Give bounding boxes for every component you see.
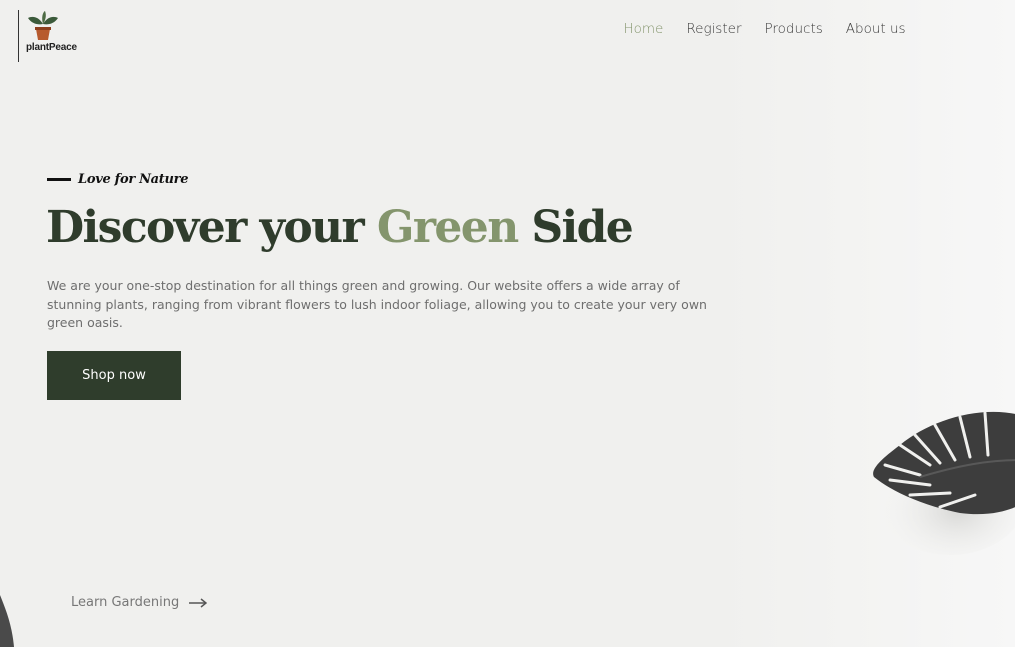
nav-home[interactable]: Home	[612, 20, 675, 38]
hero-title: Discover your Green Side	[46, 202, 634, 253]
hero-title-accent: Green	[376, 202, 519, 253]
eyebrow-text: Love for Nature	[78, 172, 189, 187]
nav-about-us[interactable]: About us	[834, 20, 917, 38]
main-nav: Home Register Products About us	[612, 20, 917, 38]
logo-divider	[18, 10, 19, 62]
arrow-right-icon	[189, 597, 208, 608]
eyebrow-line	[47, 178, 71, 181]
learn-gardening-label: Learn Gardening	[71, 595, 180, 610]
hero-title-part1: Discover your	[46, 202, 377, 253]
monstera-leaf-icon	[873, 411, 1015, 555]
potted-plant-icon	[28, 11, 58, 40]
hero-description: We are your one-stop destination for all…	[47, 278, 707, 330]
hero-eyebrow: Love for Nature	[47, 172, 188, 187]
nav-products[interactable]: Products	[753, 20, 834, 38]
brand-logo[interactable]: plantPeace	[24, 10, 77, 60]
hero-title-part2: Side	[517, 202, 633, 253]
shop-now-button[interactable]: Shop now	[47, 351, 181, 400]
nav-register[interactable]: Register	[675, 20, 753, 38]
learn-gardening-link[interactable]: Learn Gardening	[71, 595, 208, 610]
corner-leaf-icon	[0, 595, 14, 647]
brand-name: plantPeace	[26, 42, 77, 53]
